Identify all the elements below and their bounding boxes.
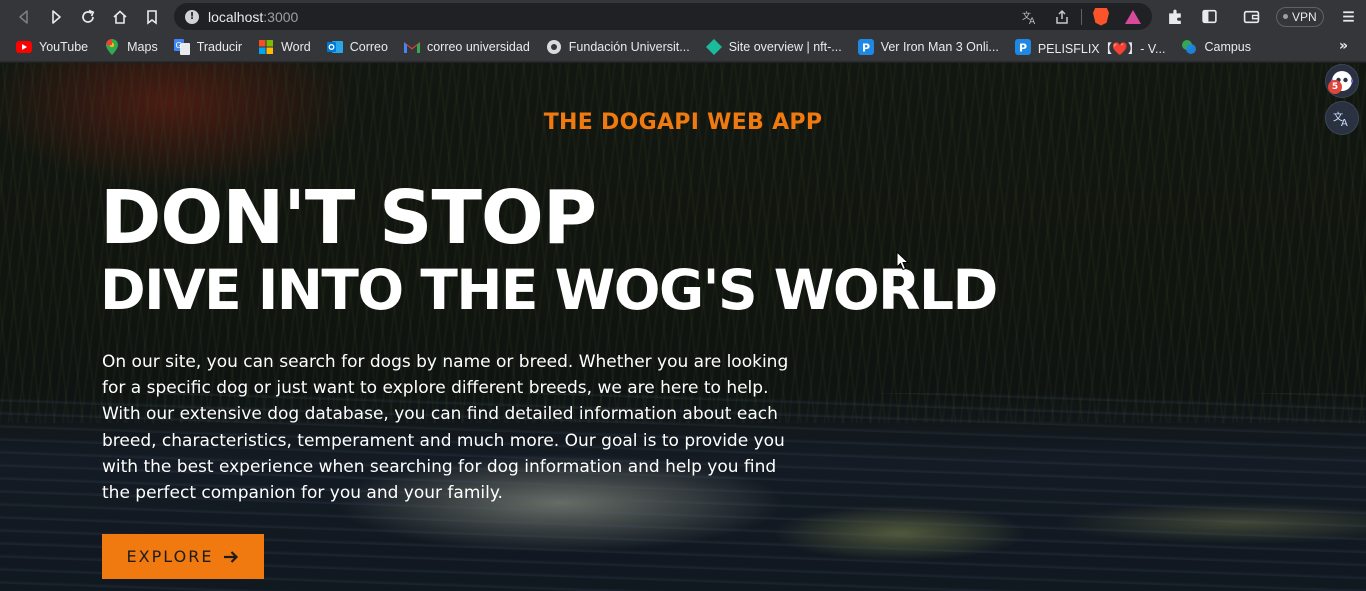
gmail-icon bbox=[403, 39, 420, 55]
maps-pin-icon bbox=[104, 39, 120, 55]
svg-text:A: A bbox=[1341, 118, 1348, 127]
sidebar-button[interactable] bbox=[1194, 3, 1224, 31]
wallet-button[interactable] bbox=[1236, 3, 1266, 31]
extension-translate-button[interactable]: 文A bbox=[1325, 101, 1359, 135]
bookmark-label: Traducir bbox=[196, 40, 243, 54]
translate-icon: 文A bbox=[1333, 110, 1348, 127]
bookmark-label: correo universidad bbox=[426, 40, 530, 54]
hero-heading-line-2: DIVE INTO THE WOG'S WORLD bbox=[100, 258, 998, 322]
brave-rewards-icon bbox=[1125, 9, 1141, 24]
explore-label: EXPLORE bbox=[126, 547, 214, 566]
address-bar-actions: 文A bbox=[1017, 3, 1146, 30]
toolbar-right: VPN bbox=[1160, 0, 1364, 33]
svg-text:G: G bbox=[175, 41, 181, 50]
notification-badge: 5 bbox=[1328, 80, 1342, 94]
bookmark-label: YouTube bbox=[39, 40, 89, 54]
site-title: THE DOGAPI WEB APP bbox=[543, 110, 823, 135]
p-letter-icon: P bbox=[857, 39, 874, 55]
microsoft-windows-icon bbox=[258, 39, 274, 55]
translate-page-button[interactable]: 文A bbox=[1017, 5, 1043, 29]
forward-button[interactable] bbox=[40, 3, 72, 31]
bookmark-youtube[interactable]: YouTube bbox=[16, 35, 96, 59]
bookmark-label: Word bbox=[281, 40, 311, 54]
bookmark-maps[interactable]: Maps bbox=[104, 35, 166, 59]
bookmark-correo-universidad[interactable]: correo universidad bbox=[403, 35, 538, 59]
home-icon bbox=[113, 9, 127, 24]
bookmark-label: Maps bbox=[127, 40, 158, 54]
campus-icon bbox=[1181, 39, 1197, 55]
puzzle-piece-icon bbox=[1168, 9, 1181, 24]
svg-text:P: P bbox=[1019, 42, 1027, 55]
bookmark-correo[interactable]: Correo bbox=[326, 35, 396, 59]
vpn-button[interactable]: VPN bbox=[1276, 6, 1324, 27]
browser-toolbar: ! localhost:3000 文A VPN bbox=[0, 0, 1366, 33]
back-button[interactable] bbox=[8, 3, 40, 31]
translate-icon: G bbox=[173, 39, 190, 55]
reload-button[interactable] bbox=[72, 3, 104, 31]
brave-lion-icon bbox=[1093, 7, 1109, 26]
bookmark-iron-man[interactable]: P Ver Iron Man 3 Onli... bbox=[857, 35, 1007, 59]
hero-description: On our site, you can search for dogs by … bbox=[102, 352, 789, 504]
hero-section: THE DOGAPI WEB APP DON'T STOP DIVE INTO … bbox=[0, 63, 1366, 591]
brave-rewards-button[interactable] bbox=[1120, 5, 1146, 29]
back-arrow-icon bbox=[19, 9, 28, 24]
share-icon bbox=[1056, 9, 1068, 24]
wallet-icon bbox=[1243, 10, 1259, 24]
extension-assistant-button[interactable]: 5 bbox=[1325, 64, 1359, 98]
bookmark-button[interactable] bbox=[136, 3, 168, 31]
outlook-icon bbox=[326, 39, 343, 55]
p-letter-icon: P bbox=[1014, 39, 1031, 55]
bookmark-label: Site overview | nft-... bbox=[728, 40, 842, 54]
extensions-button[interactable] bbox=[1160, 3, 1190, 31]
forward-arrow-icon bbox=[52, 9, 61, 24]
svg-text:A: A bbox=[1029, 17, 1036, 25]
share-button[interactable] bbox=[1049, 5, 1075, 29]
bookmark-word[interactable]: Word bbox=[258, 35, 319, 59]
youtube-icon bbox=[16, 39, 32, 55]
bookmark-fundacion[interactable]: Fundación Universit... bbox=[546, 35, 698, 59]
sidebar-icon bbox=[1201, 9, 1217, 24]
mouse-cursor-icon bbox=[896, 251, 910, 271]
bookmark-icon bbox=[147, 9, 157, 25]
hamburger-menu-icon bbox=[1343, 11, 1354, 22]
reload-icon bbox=[82, 9, 95, 23]
home-button[interactable] bbox=[104, 3, 136, 31]
bookmark-campus[interactable]: Campus bbox=[1181, 35, 1259, 59]
site-info-icon[interactable]: ! bbox=[185, 9, 199, 24]
bookmark-label: Correo bbox=[349, 40, 388, 54]
vpn-label: VPN bbox=[1292, 9, 1317, 24]
divider bbox=[1081, 8, 1082, 25]
bookmark-traducir[interactable]: G Traducir bbox=[173, 35, 250, 59]
arrow-right-icon bbox=[224, 550, 239, 563]
vpn-status-icon bbox=[1283, 14, 1288, 19]
bookmark-label: Campus bbox=[1204, 40, 1252, 54]
brave-shields-button[interactable] bbox=[1088, 5, 1114, 29]
url-host: localhost bbox=[208, 8, 264, 25]
bookmark-label: Ver Iron Man 3 Onli... bbox=[880, 40, 999, 54]
explore-button[interactable]: EXPLORE bbox=[102, 534, 264, 579]
bookmark-site-overview[interactable]: Site overview | nft-... bbox=[705, 35, 850, 59]
url-port: :3000 bbox=[263, 8, 299, 25]
url-text[interactable]: localhost:3000 bbox=[208, 9, 298, 25]
background-overlay bbox=[0, 63, 1366, 591]
translate-icon: 文A bbox=[1022, 10, 1036, 25]
hero-heading-line-1: DON'T STOP bbox=[100, 175, 597, 261]
diamond-icon bbox=[705, 39, 722, 55]
bookmark-pelisflix[interactable]: P PELISFLIX【❤️】- V... bbox=[1014, 35, 1174, 59]
globe-icon bbox=[546, 39, 562, 55]
bookmarks-overflow-icon[interactable]: » bbox=[1339, 38, 1348, 54]
bookmark-label: PELISFLIX【❤️】- V... bbox=[1037, 41, 1166, 56]
svg-text:P: P bbox=[862, 42, 870, 55]
main-menu-button[interactable] bbox=[1334, 3, 1364, 31]
bookmarks-bar: YouTube Maps G Traducir Word Correo corr… bbox=[0, 33, 1366, 62]
bookmark-label: Fundación Universit... bbox=[568, 40, 690, 54]
address-bar[interactable]: ! localhost:3000 文A bbox=[174, 3, 1152, 30]
